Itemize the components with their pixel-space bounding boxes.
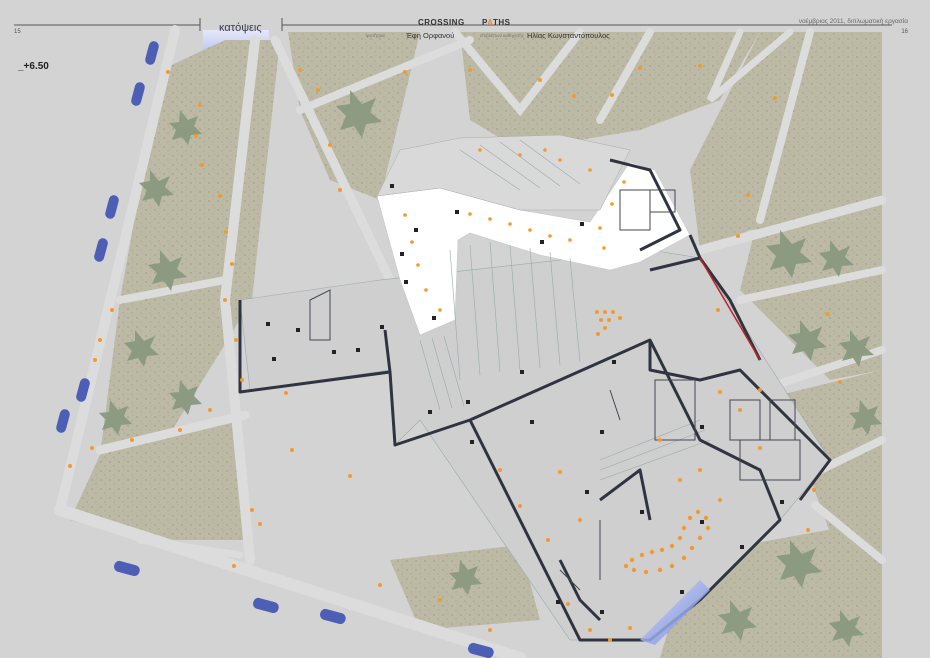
supervisor-name: Ηλίας Κωνσταντόπουλος xyxy=(527,31,610,40)
level-label: _+6.50 xyxy=(18,61,49,72)
section-title: κατόψεις xyxy=(219,22,262,34)
page-number-right: 16 xyxy=(901,29,908,35)
project-title-paths: PATHS xyxy=(482,18,510,27)
project-title-crossing: CROSSING xyxy=(418,18,465,27)
floor-plan-drawing xyxy=(14,18,892,658)
student-label: φοιτήτρια xyxy=(366,33,385,38)
drawing-sheet: { "header": { "page_left": "15", "page_r… xyxy=(0,0,930,658)
student-name: Έφη Ορφανού xyxy=(406,31,455,40)
date-note: νοέμβριος 2011, διπλωματική εργασία xyxy=(798,18,908,25)
paths-suffix: THS xyxy=(492,18,511,27)
page-number-left: 15 xyxy=(14,29,21,35)
supervisor-label: επιβλέπων καθηγητής xyxy=(480,33,525,38)
